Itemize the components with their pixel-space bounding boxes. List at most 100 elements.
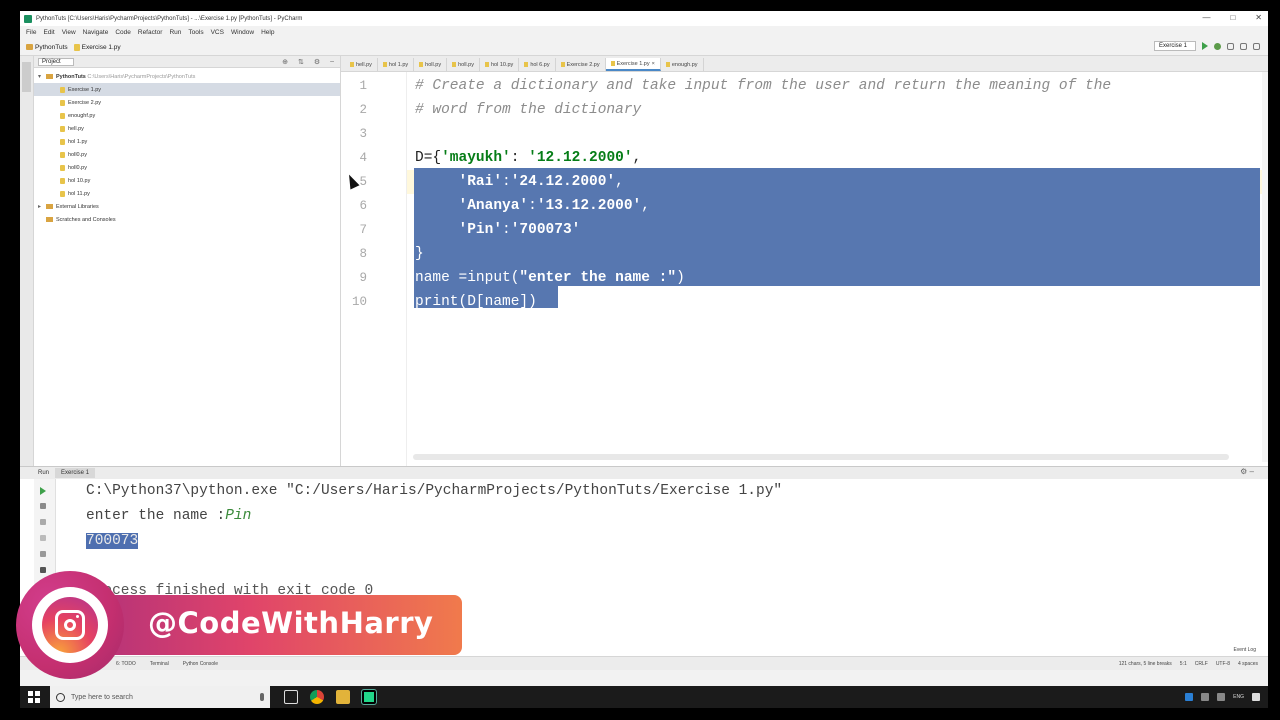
line-separator[interactable]: CRLF <box>1195 661 1208 667</box>
print-icon[interactable] <box>40 551 46 557</box>
editor-tab[interactable]: Exercise 2.py <box>556 58 606 71</box>
windows-start-icon[interactable] <box>28 691 40 703</box>
close-button[interactable]: ✕ <box>1255 13 1262 22</box>
menu-code[interactable]: Code <box>115 29 131 36</box>
menu-file[interactable]: File <box>26 29 36 36</box>
pycharm-taskbar-icon[interactable] <box>361 689 377 705</box>
stop-icon[interactable] <box>1240 42 1247 50</box>
editor-tab[interactable]: hol 1.py <box>378 58 415 71</box>
tree-root[interactable]: ▾ PythonTuts C:\Users\Haris\PycharmProje… <box>34 70 340 83</box>
microphone-icon[interactable] <box>260 693 264 701</box>
code-line: print(D[name]) <box>415 294 537 310</box>
python-file-icon <box>60 190 65 197</box>
menu-tools[interactable]: Tools <box>188 29 203 36</box>
rerun-icon[interactable] <box>40 487 46 495</box>
console-command: C:\Python37\python.exe "C:/Users/Haris/P… <box>86 483 783 499</box>
menu-window[interactable]: Window <box>231 29 254 36</box>
menu-edit[interactable]: Edit <box>43 29 54 36</box>
file-explorer-icon[interactable] <box>336 690 350 704</box>
run-toolbar: Exercise 1 <box>1154 41 1260 51</box>
menu-vcs[interactable]: VCS <box>211 29 224 36</box>
menu-refactor[interactable]: Refactor <box>138 29 163 36</box>
line-number: 1 <box>359 79 367 93</box>
tree-file[interactable]: enoughf.py <box>34 109 340 122</box>
folder-icon <box>46 74 53 79</box>
tree-file[interactable]: hol 1.py <box>34 135 340 148</box>
run-icon[interactable] <box>1202 42 1208 50</box>
gear-icon[interactable]: ⚙ – <box>1240 467 1254 476</box>
instagram-badge <box>16 571 124 679</box>
tree-file[interactable]: holl0.py <box>34 161 340 174</box>
chevron-down-icon[interactable]: ▾ <box>38 73 46 80</box>
search-everywhere-icon[interactable] <box>1253 42 1260 50</box>
tray-app-icon[interactable] <box>1201 693 1210 701</box>
file-encoding[interactable]: UTF-8 <box>1216 661 1230 667</box>
language-indicator[interactable]: ENG <box>1233 694 1244 700</box>
menu-help[interactable]: Help <box>261 29 274 36</box>
tree-file[interactable]: holl0.py <box>34 148 340 161</box>
tree-external-libraries[interactable]: ▸ External Libraries <box>34 200 340 213</box>
tree-scratches[interactable]: Scratches and Consoles <box>34 213 340 226</box>
hide-icon[interactable]: – <box>330 58 334 66</box>
locate-icon[interactable]: ⊕ <box>282 58 288 66</box>
char-count: 121 chars, 5 line breaks <box>1118 660 1172 667</box>
project-view-select[interactable]: Project <box>38 57 74 66</box>
stop-icon[interactable] <box>40 503 46 509</box>
instagram-icon <box>55 610 85 640</box>
task-view-icon[interactable] <box>284 690 298 704</box>
volume-icon[interactable] <box>1217 693 1226 701</box>
editor-tab[interactable]: hell.py <box>345 58 378 71</box>
chrome-icon[interactable] <box>310 690 324 704</box>
editor-tab[interactable]: hol 6.py <box>519 58 556 71</box>
soft-wrap-icon[interactable] <box>40 535 46 541</box>
event-log-button[interactable]: Event Log <box>1233 647 1256 653</box>
maximize-button[interactable]: □ <box>1230 13 1235 22</box>
menu-navigate[interactable]: Navigate <box>83 29 109 36</box>
tree-file[interactable]: hol 10.py <box>34 174 340 187</box>
debug-icon[interactable] <box>1214 42 1221 50</box>
run-panel-header: Run Exercise 1 ⚙ – <box>20 467 1268 479</box>
code-area[interactable]: # Create a dictionary and take input fro… <box>407 72 1268 452</box>
close-tab-icon[interactable]: × <box>652 61 655 67</box>
taskbar-search[interactable]: Type here to search <box>50 686 270 708</box>
menu-view[interactable]: View <box>62 29 76 36</box>
run-tab[interactable]: Exercise 1 <box>55 468 96 478</box>
collapse-icon[interactable]: ⇅ <box>298 58 304 66</box>
run-configuration-select[interactable]: Exercise 1 <box>1154 41 1196 51</box>
minimize-button[interactable]: — <box>1202 13 1210 22</box>
editor-tab[interactable]: holl.py <box>414 58 448 71</box>
horizontal-scrollbar[interactable] <box>413 454 1229 460</box>
tree-file[interactable]: Exercise 2.py <box>34 96 340 109</box>
menu-run[interactable]: Run <box>169 29 181 36</box>
indent-setting[interactable]: 4 spaces <box>1238 661 1258 667</box>
chevron-right-icon[interactable]: ▸ <box>38 203 46 210</box>
coverage-icon[interactable] <box>1227 42 1234 50</box>
caret-position[interactable]: 5:1 <box>1180 661 1187 667</box>
editor-tab[interactable]: holl.py <box>447 58 480 71</box>
editor-tab-active[interactable]: Exercise 1.py × <box>605 58 661 71</box>
python-file-icon <box>382 62 387 67</box>
project-tool-tab[interactable] <box>22 62 31 92</box>
pycharm-logo-icon <box>24 14 32 23</box>
breadcrumb-file[interactable]: Exercise 1.py <box>73 43 121 51</box>
python-file-icon <box>350 62 354 67</box>
code-editor[interactable]: hell.py hol 1.py holl.py holl.py hol 10.… <box>341 56 1268 466</box>
network-icon[interactable] <box>1185 693 1194 701</box>
editor-tab[interactable]: hol 10.py <box>480 58 520 71</box>
tree-file[interactable]: hol 11.py <box>34 187 340 200</box>
gear-icon[interactable]: ⚙ <box>314 58 320 66</box>
tree-file[interactable]: hell.py <box>34 122 340 135</box>
notifications-icon[interactable] <box>1252 693 1260 701</box>
run-panel-label: Run <box>38 470 50 476</box>
breadcrumb-project[interactable]: PythonTuts <box>26 44 68 51</box>
python-file-icon <box>60 125 65 132</box>
social-handle-overlay: @CodeWithHarry <box>16 571 462 679</box>
code-line: # Create a dictionary and take input fro… <box>415 78 1112 94</box>
pause-icon[interactable] <box>40 519 46 525</box>
python-file-icon <box>560 62 565 67</box>
console-result: 700073 <box>86 533 139 549</box>
tree-file[interactable]: Exercise 1.py <box>34 83 340 96</box>
editor-tab[interactable]: enough.py <box>661 58 704 71</box>
window-title: PythonTuts [C:\Users\Haris\PycharmProjec… <box>36 15 303 22</box>
system-tray: ENG <box>1185 693 1260 701</box>
